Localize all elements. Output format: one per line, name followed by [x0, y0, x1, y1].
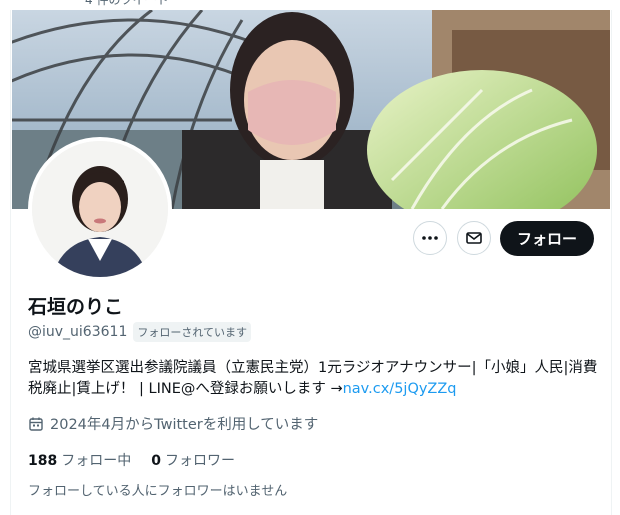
mutual-followers-note: フォローしている人にフォロワーはいません	[28, 484, 288, 499]
follow-stats: 188 フォロー中 0 フォロワー	[28, 450, 255, 470]
bio-link[interactable]: nav.cx/5jQyZZq	[343, 381, 457, 397]
join-date-text: 2024年4月からTwitterを利用しています	[50, 417, 319, 433]
display-name: 石垣のりこ	[28, 296, 124, 318]
follows-you-badge: フォローされています	[133, 322, 252, 342]
bio: 宮城県選挙区選出参議院議員（立憲民主党）1元ラジオアナウンサー|「小娘」人民|消…	[28, 358, 598, 400]
following-label: フォロー中	[61, 453, 132, 469]
bio-text: 宮城県選挙区選出参議院議員（立憲民主党）1元ラジオアナウンサー|「小娘」人民|消…	[28, 360, 598, 397]
avatar[interactable]	[28, 137, 172, 281]
followers-label: フォロワー	[164, 453, 235, 469]
join-date: 2024年4月からTwitterを利用しています	[28, 413, 318, 434]
post-count: 4 件のツイート	[85, 0, 169, 7]
mail-icon	[466, 232, 482, 244]
avatar-photo	[32, 141, 168, 277]
header-strip: 4 件のツイート	[0, 0, 620, 10]
message-button[interactable]	[457, 221, 491, 255]
following-count: 188	[28, 453, 58, 469]
follow-button[interactable]: フォロー	[500, 221, 594, 256]
user-handle: @iuv_ui63611	[28, 324, 128, 340]
following-link[interactable]: 188 フォロー中	[28, 450, 131, 470]
followers-count: 0	[151, 453, 161, 469]
more-button[interactable]	[413, 221, 447, 255]
calendar-icon	[29, 417, 43, 431]
handle-row: @iuv_ui63611 フォローされています	[28, 322, 252, 342]
followers-link[interactable]: 0 フォロワー	[151, 450, 235, 470]
more-icon	[422, 236, 438, 240]
